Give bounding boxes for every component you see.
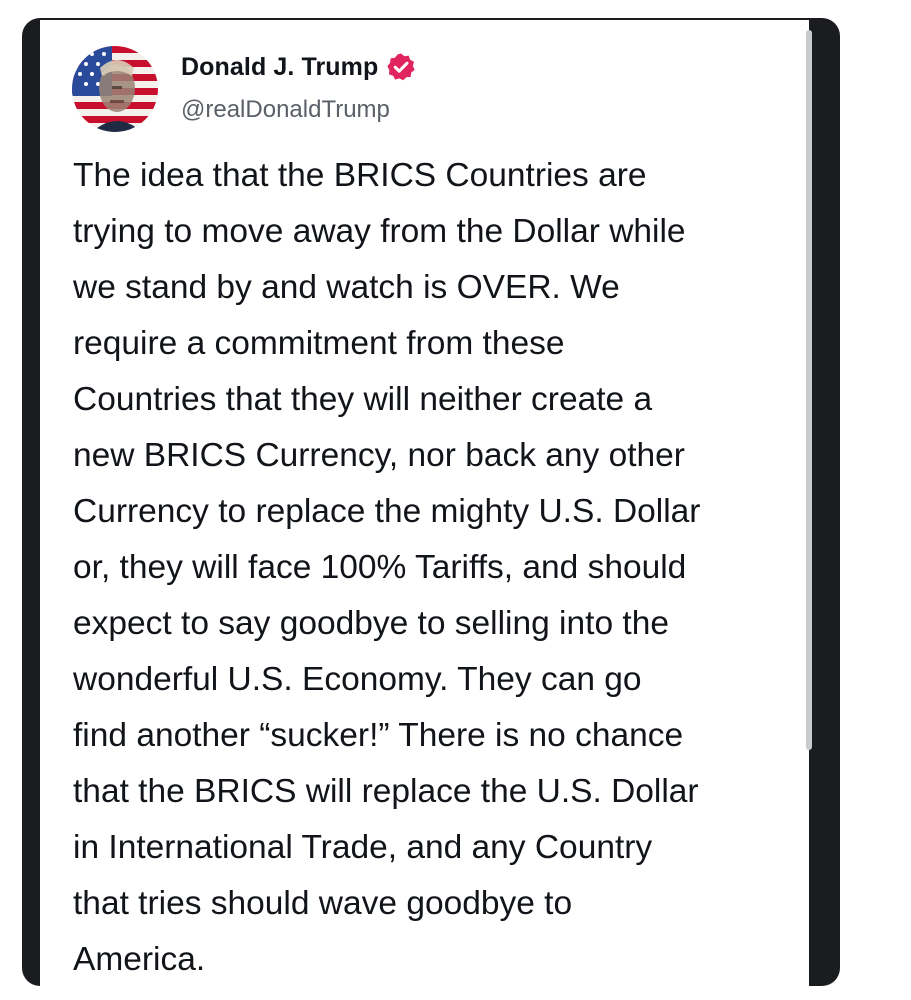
post-text: The idea that the BRICS Countries are tr… bbox=[73, 148, 798, 988]
post-text-line: in International Trade, and any Country bbox=[73, 829, 653, 866]
verified-badge-icon bbox=[387, 53, 415, 81]
post-text-line: America. bbox=[73, 941, 206, 978]
author-name-row: Donald J. Trump bbox=[181, 52, 416, 82]
author-handle[interactable]: @realDonaldTrump bbox=[181, 96, 390, 124]
post-text-line: we stand by and watch is OVER. We bbox=[73, 269, 620, 306]
post-text-line: Countries that they will neither create … bbox=[73, 381, 653, 418]
post-text-line: Currency to replace the mighty U.S. Doll… bbox=[73, 493, 701, 530]
post-text-line: wonderful U.S. Economy. They can go bbox=[73, 661, 642, 698]
profile-photo-flag-portrait-icon bbox=[72, 46, 158, 132]
avatar[interactable] bbox=[72, 46, 158, 132]
post-text-line: expect to say goodbye to selling into th… bbox=[73, 605, 669, 642]
post-text-line: or, they will face 100% Tariffs, and sho… bbox=[73, 549, 687, 586]
post-text-line: The idea that the BRICS Countries are bbox=[73, 157, 647, 194]
post-text-line: trying to move away from the Dollar whil… bbox=[73, 213, 686, 250]
post-text-line: find another “sucker!” There is no chanc… bbox=[73, 717, 684, 754]
post-text-line: require a commitment from these bbox=[73, 325, 565, 362]
post-text-line: that tries should wave goodbye to bbox=[73, 885, 573, 922]
post-text-line: that the BRICS will replace the U.S. Dol… bbox=[73, 773, 699, 810]
scrollbar[interactable] bbox=[806, 30, 812, 750]
post-text-line: new BRICS Currency, nor back any other bbox=[73, 437, 685, 474]
author-display-name[interactable]: Donald J. Trump bbox=[181, 53, 378, 82]
